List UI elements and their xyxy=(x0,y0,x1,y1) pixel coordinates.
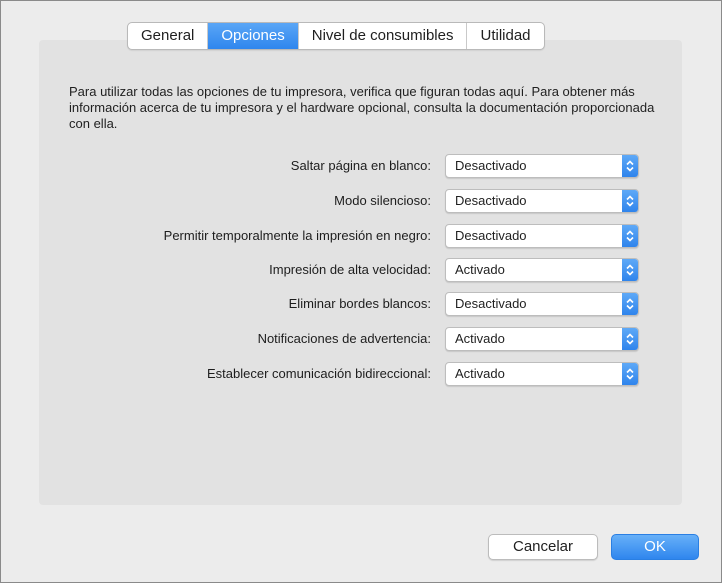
chevron-updown-icon xyxy=(622,190,638,212)
option-label: Modo silencioso: xyxy=(334,193,431,208)
select-value: Desactivado xyxy=(455,158,527,173)
ok-button[interactable]: OK xyxy=(611,534,699,560)
chevron-updown-icon xyxy=(622,293,638,315)
saltar-pagina-select[interactable]: Desactivado xyxy=(445,154,639,178)
tab-bar: General Opciones Nivel de consumibles Ut… xyxy=(127,22,545,50)
notificaciones-select[interactable]: Activado xyxy=(445,327,639,351)
chevron-updown-icon xyxy=(622,328,638,350)
option-row-comunicacion-bidireccional: Establecer comunicación bidireccional: A… xyxy=(60,362,639,386)
option-label: Saltar página en blanco: xyxy=(290,158,431,173)
tab-nivel-de-consumibles[interactable]: Nivel de consumibles xyxy=(299,23,468,49)
option-row-modo-silencioso: Modo silencioso: Desactivado xyxy=(60,189,639,213)
select-value: Desactivado xyxy=(455,296,527,311)
select-value: Activado xyxy=(455,262,505,277)
chevron-updown-icon xyxy=(622,155,638,177)
option-row-alta-velocidad: Impresión de alta velocidad: Activado xyxy=(60,258,639,282)
option-label: Establecer comunicación bidireccional: xyxy=(206,366,431,381)
option-row-notificaciones: Notificaciones de advertencia: Activado xyxy=(60,327,639,351)
chevron-updown-icon xyxy=(622,363,638,385)
comunicacion-bidireccional-select[interactable]: Activado xyxy=(445,362,639,386)
modo-silencioso-select[interactable]: Desactivado xyxy=(445,189,639,213)
option-label: Notificaciones de advertencia: xyxy=(257,331,431,346)
tab-opciones[interactable]: Opciones xyxy=(208,23,299,49)
description-text: Para utilizar todas las opciones de tu i… xyxy=(69,84,655,131)
tab-utilidad[interactable]: Utilidad xyxy=(467,23,543,49)
eliminar-bordes-select[interactable]: Desactivado xyxy=(445,292,639,316)
option-label: Eliminar bordes blancos: xyxy=(288,296,431,311)
select-value: Desactivado xyxy=(455,193,527,208)
chevron-updown-icon xyxy=(622,259,638,281)
alta-velocidad-select[interactable]: Activado xyxy=(445,258,639,282)
option-label: Impresión de alta velocidad: xyxy=(269,262,431,277)
chevron-updown-icon xyxy=(622,225,638,247)
option-row-impresion-negro: Permitir temporalmente la impresión en n… xyxy=(60,224,639,248)
cancel-button[interactable]: Cancelar xyxy=(488,534,598,560)
select-value: Activado xyxy=(455,366,505,381)
option-row-saltar-pagina: Saltar página en blanco: Desactivado xyxy=(60,154,639,178)
select-value: Activado xyxy=(455,331,505,346)
select-value: Desactivado xyxy=(455,228,527,243)
option-label: Permitir temporalmente la impresión en n… xyxy=(163,228,431,243)
option-row-eliminar-bordes: Eliminar bordes blancos: Desactivado xyxy=(60,292,639,316)
impresion-negro-select[interactable]: Desactivado xyxy=(445,224,639,248)
tab-general[interactable]: General xyxy=(128,23,209,49)
